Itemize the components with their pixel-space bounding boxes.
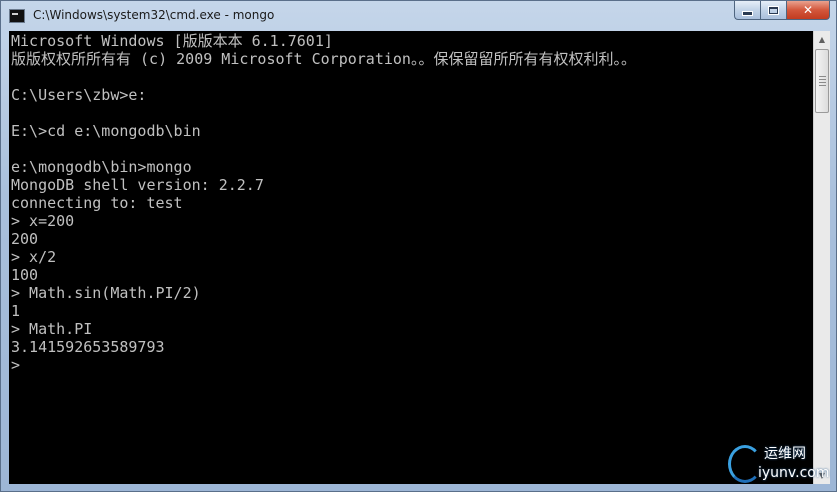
- console-output[interactable]: Microsoft Windows [版版本本 6.1.7601] 版版权权所所有…: [9, 31, 813, 484]
- minimize-button[interactable]: [734, 1, 760, 20]
- scroll-up-button[interactable]: ▲: [814, 31, 830, 48]
- console-text: Microsoft Windows [版版本本 6.1.7601] 版版权权所所有…: [11, 32, 636, 374]
- console-line: > x/2: [11, 248, 57, 266]
- minimize-icon: [743, 11, 752, 15]
- watermark-chinese: 运维网: [764, 446, 806, 462]
- console-line: 100: [11, 266, 39, 284]
- console-line: 1: [11, 302, 21, 320]
- console-line: connecting to: test: [11, 194, 183, 212]
- console-line: 3.141592653589793: [11, 338, 165, 356]
- maximize-icon: [769, 6, 778, 14]
- vertical-scrollbar[interactable]: ▲ ▼: [813, 31, 830, 484]
- grip-line: [819, 85, 826, 86]
- console-line: E:\>cd e:\mongodb\bin: [11, 122, 201, 140]
- console-line: > Math.sin(Math.PI/2): [11, 284, 201, 302]
- console-line: >: [11, 356, 30, 374]
- console-line: Microsoft Windows [版版本本 6.1.7601]: [11, 32, 333, 50]
- watermark-logo: 运维网 iyunv.com: [728, 443, 830, 487]
- cmd-icon[interactable]: [9, 9, 25, 23]
- console-line: MongoDB shell version: 2.2.7: [11, 176, 264, 194]
- scroll-thumb[interactable]: [815, 49, 829, 113]
- close-icon: ✕: [802, 3, 814, 17]
- caption-buttons: ✕: [734, 1, 830, 21]
- maximize-button[interactable]: [760, 1, 786, 20]
- watermark-url: iyunv.com: [758, 465, 830, 481]
- console-line: C:\Users\zbw>e:: [11, 86, 147, 104]
- title-bar[interactable]: C:\Windows\system32\cmd.exe - mongo ✕: [1, 1, 836, 31]
- cmd-window: C:\Windows\system32\cmd.exe - mongo ✕ Mi…: [0, 0, 837, 492]
- console-line: e:\mongodb\bin>mongo: [11, 158, 192, 176]
- grip-line: [819, 79, 826, 80]
- console-line: 版版权权所所有有 (c) 2009 Microsoft Corporation。…: [11, 50, 636, 68]
- console-line: > x=200: [11, 212, 75, 230]
- close-button[interactable]: ✕: [786, 1, 830, 20]
- window-title: C:\Windows\system32\cmd.exe - mongo: [33, 8, 275, 22]
- grip-line: [819, 82, 826, 83]
- swirl-logo-icon: [728, 445, 762, 483]
- arrow-up-icon: ▲: [818, 35, 826, 44]
- console-line: 200: [11, 230, 39, 248]
- grip-line: [819, 76, 826, 77]
- console-line: > Math.PI: [11, 320, 93, 338]
